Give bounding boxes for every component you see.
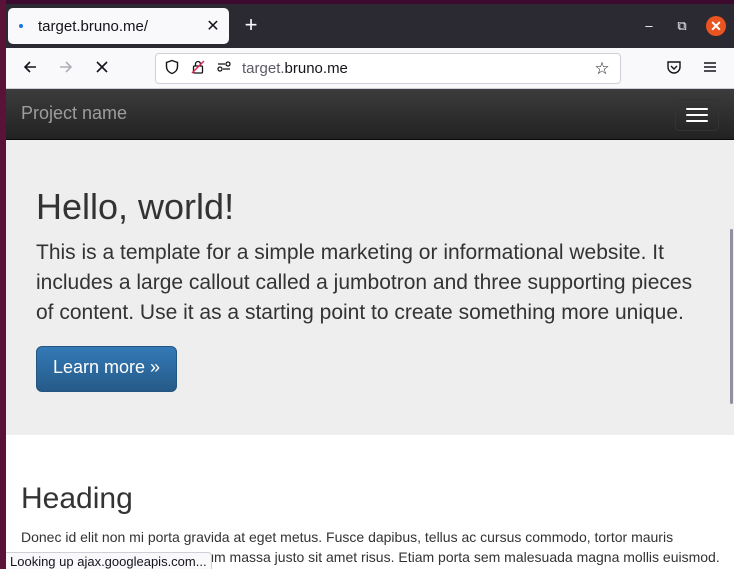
page-scrollbar[interactable] bbox=[730, 229, 733, 404]
menu-button[interactable] bbox=[699, 58, 721, 80]
window-close-button[interactable]: ✕ bbox=[706, 16, 726, 36]
arrow-right-icon bbox=[60, 61, 73, 73]
pocket-icon bbox=[667, 61, 681, 74]
jumbotron: Hello, world! This is a template for a s… bbox=[6, 140, 734, 435]
jumbotron-text: This is a template for a simple marketin… bbox=[36, 241, 693, 324]
section-heading: Heading bbox=[21, 482, 133, 515]
nav-toolbar: target.bruno.me ☆ bbox=[6, 48, 734, 89]
arrow-left-icon bbox=[23, 61, 36, 73]
toggle-bar-icon bbox=[686, 108, 708, 110]
learn-more-button[interactable]: Learn more » bbox=[36, 346, 178, 392]
restore-button[interactable]: ⧉ bbox=[673, 17, 691, 35]
forward-button[interactable] bbox=[55, 58, 77, 80]
status-bar: Looking up ajax.googleapis.com... bbox=[6, 552, 212, 569]
tab-title: target.bruno.me/ bbox=[38, 17, 149, 35]
new-tab-button[interactable]: + bbox=[240, 14, 262, 37]
content-column: Heading Donec id elit non mi porta gravi… bbox=[6, 435, 734, 567]
pocket-button[interactable] bbox=[663, 58, 685, 80]
web-page: Project name Hello, world! This is a tem… bbox=[6, 89, 734, 569]
url-bar[interactable]: target.bruno.me ☆ bbox=[155, 53, 621, 84]
permissions-icon[interactable] bbox=[214, 59, 234, 79]
hamburger-menu-icon bbox=[704, 62, 716, 72]
loading-dot-icon bbox=[19, 24, 23, 28]
navbar-toggle-button[interactable] bbox=[675, 99, 719, 131]
jumbotron-heading: Hello, world! bbox=[36, 186, 235, 227]
bookmark-star-icon[interactable]: ☆ bbox=[592, 59, 612, 79]
stop-button[interactable] bbox=[91, 58, 113, 80]
url-domain-prefix: target. bbox=[242, 60, 285, 77]
tab-active[interactable]: target.bruno.me/ ✕ bbox=[8, 8, 229, 44]
site-navbar: Project name bbox=[6, 89, 734, 140]
site-brand-link[interactable]: Project name bbox=[21, 103, 127, 124]
url-text[interactable]: target.bruno.me bbox=[242, 60, 592, 77]
url-domain: bruno.me bbox=[284, 60, 348, 77]
insecure-lock-icon[interactable] bbox=[188, 59, 208, 79]
tab-bar: target.bruno.me/ ✕ + – ⧉ ✕ bbox=[6, 4, 734, 48]
toggle-bar-icon bbox=[686, 114, 708, 116]
back-button[interactable] bbox=[19, 58, 41, 80]
minimize-button[interactable]: – bbox=[640, 17, 658, 35]
browser-window: target.bruno.me/ ✕ + – ⧉ ✕ target.bruno.… bbox=[6, 4, 734, 569]
shield-icon[interactable] bbox=[162, 59, 182, 79]
close-icon[interactable]: ✕ bbox=[203, 16, 223, 36]
toggle-bar-icon bbox=[686, 120, 708, 122]
stop-icon bbox=[96, 61, 108, 73]
